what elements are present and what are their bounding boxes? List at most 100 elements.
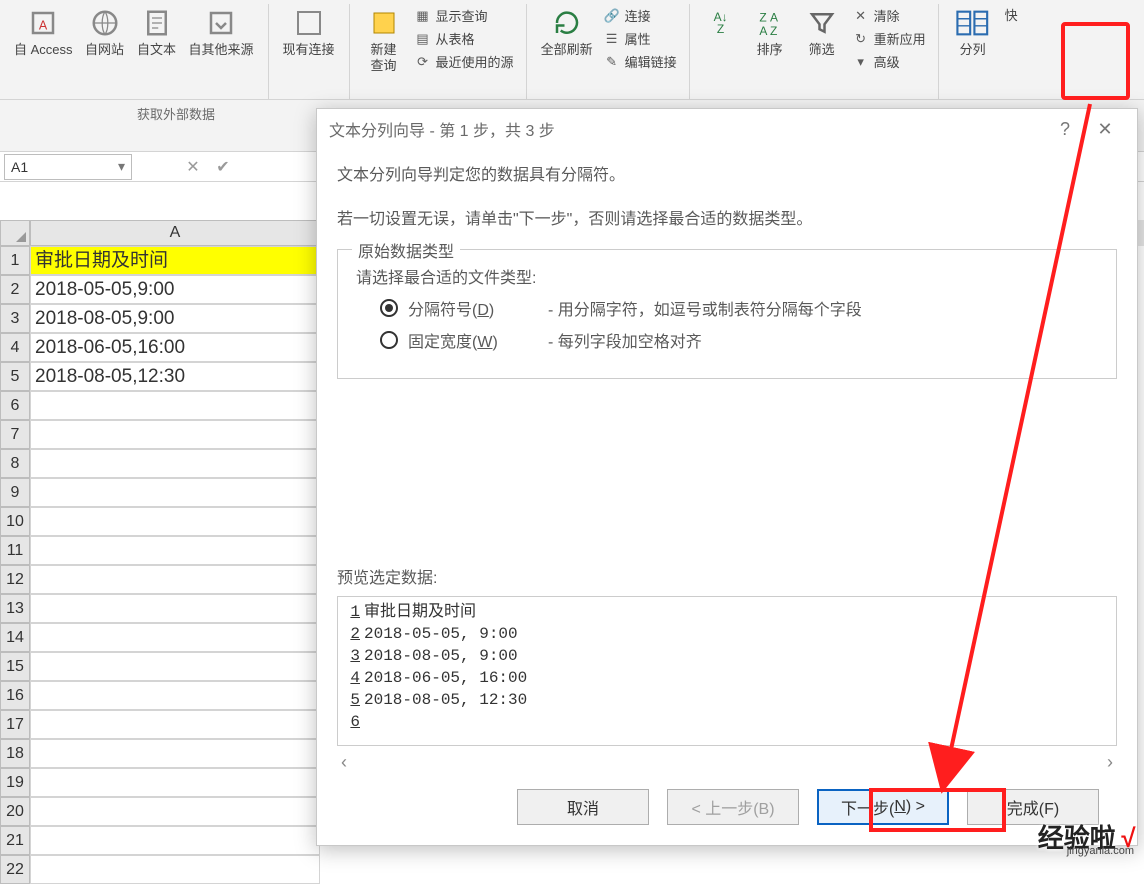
choose-label: 请选择最合适的文件类型: [356, 264, 1098, 288]
cell[interactable] [30, 652, 320, 681]
col-header-A[interactable]: A [30, 220, 320, 246]
cancel-button[interactable]: 取消 [517, 789, 649, 825]
cell-A1[interactable]: 审批日期及时间 [30, 246, 320, 275]
cell[interactable] [30, 855, 320, 884]
cell[interactable] [30, 623, 320, 652]
row-header[interactable]: 18 [0, 739, 30, 768]
row-header[interactable]: 19 [0, 768, 30, 797]
btn-sort-main[interactable]: ZAAZ 排序 [744, 4, 796, 60]
close-icon[interactable]: ✕ [1085, 119, 1125, 140]
row-header[interactable]: 10 [0, 507, 30, 536]
row-header[interactable]: 8 [0, 449, 30, 478]
row-header[interactable]: 12 [0, 565, 30, 594]
preview-line: 2018-08-05, 12:30 [364, 689, 527, 711]
cell[interactable] [30, 565, 320, 594]
cell[interactable] [30, 768, 320, 797]
btn-quick[interactable]: 快 [999, 4, 1024, 26]
btn-from-table[interactable]: ▤从表格 [410, 27, 518, 50]
btn-from-access[interactable]: A 自 Access [8, 4, 79, 60]
btn-from-web[interactable]: 自网站 [79, 4, 131, 60]
cell[interactable] [30, 826, 320, 855]
cell[interactable] [30, 391, 320, 420]
row-header[interactable]: 14 [0, 623, 30, 652]
cell[interactable]: 2018-05-05,9:00 [30, 275, 320, 304]
enter-formula-icon[interactable]: ✔ [208, 157, 238, 177]
cancel-formula-icon[interactable]: ✕ [178, 157, 208, 177]
back-button[interactable]: < 上一步(B) [667, 789, 799, 825]
cell[interactable] [30, 739, 320, 768]
btn-new-query[interactable]: 新建 查询 [358, 4, 410, 75]
btn-properties[interactable]: ☰属性 [599, 27, 681, 50]
btn-existing-conn[interactable]: 现有连接 [277, 4, 341, 60]
btn-from-text[interactable]: 自文本 [131, 4, 183, 60]
preview-line: 审批日期及时间 [364, 601, 476, 623]
radio-fixed[interactable] [380, 331, 398, 349]
cell[interactable]: 2018-06-05,16:00 [30, 333, 320, 362]
row-header[interactable]: 20 [0, 797, 30, 826]
next-button[interactable]: 下一步(N) > [817, 789, 949, 825]
row-header[interactable]: 4 [0, 333, 30, 362]
row-header[interactable]: 21 [0, 826, 30, 855]
cell[interactable] [30, 710, 320, 739]
cell[interactable] [30, 681, 320, 710]
cell[interactable] [30, 507, 320, 536]
btn-advanced[interactable]: ▾高级 [848, 50, 930, 73]
preview-line-num: 1 [344, 601, 360, 623]
scroll-left-icon[interactable]: ‹ [341, 752, 347, 773]
cell[interactable] [30, 420, 320, 449]
row-header[interactable]: 1 [0, 246, 30, 275]
radio-delimited[interactable] [380, 299, 398, 317]
row-header[interactable]: 9 [0, 478, 30, 507]
group-sort-filter: A↓Z ZAAZ 排序 筛选 ✕清除 ↻重新应用 ▾高级 [690, 4, 939, 100]
name-box[interactable]: A1 ▾ [4, 154, 132, 180]
row-header[interactable]: 2 [0, 275, 30, 304]
radio-fixed-row[interactable]: 固定宽度(W) - 每列字段加空格对齐 [380, 328, 1098, 352]
btn-edit-links[interactable]: ✎编辑链接 [599, 50, 681, 73]
help-button[interactable]: ? [1045, 119, 1085, 140]
cell[interactable] [30, 478, 320, 507]
btn-from-other[interactable]: 自其他来源 [183, 4, 260, 60]
chevron-down-icon[interactable]: ▾ [118, 158, 125, 175]
text-to-columns-wizard-dialog: 文本分列向导 - 第 1 步，共 3 步 ? ✕ 文本分列向导判定您的数据具有分… [316, 108, 1138, 846]
preview-line: 2018-05-05, 9:00 [364, 623, 518, 645]
cell[interactable] [30, 536, 320, 565]
cell[interactable] [30, 449, 320, 478]
sort-az-icon: A↓Z [704, 6, 738, 40]
cell[interactable] [30, 797, 320, 826]
select-all-corner[interactable] [0, 220, 30, 246]
btn-refresh-all[interactable]: 全部刷新 [535, 4, 599, 60]
row-header[interactable]: 16 [0, 681, 30, 710]
row-header[interactable]: 13 [0, 594, 30, 623]
btn-sort[interactable]: A↓Z [698, 4, 744, 42]
globe-icon [88, 6, 122, 40]
btn-text-to-columns[interactable]: 分列 [947, 4, 999, 60]
row-header[interactable]: 17 [0, 710, 30, 739]
row-header[interactable]: 11 [0, 536, 30, 565]
group-existing: 现有连接 [269, 4, 350, 100]
btn-clear[interactable]: ✕清除 [848, 4, 930, 27]
btn-filter[interactable]: 筛选 [796, 4, 848, 60]
ribbon: A 自 Access 自网站 自文本 自其他来源 现有连接 [0, 0, 1144, 100]
name-box-value: A1 [11, 159, 28, 175]
radio-fixed-label: 固定宽度(W) [408, 328, 538, 352]
preview-scroll[interactable]: ‹ › [337, 746, 1117, 773]
radio-delimited-row[interactable]: 分隔符号(D) - 用分隔字符，如逗号或制表符分隔每个字段 [380, 296, 1098, 320]
props-icon: ☰ [603, 30, 621, 48]
group-connections: 全部刷新 🔗连接 ☰属性 ✎编辑链接 [527, 4, 690, 100]
row-header[interactable]: 15 [0, 652, 30, 681]
btn-show-query[interactable]: ▦显示查询 [410, 4, 518, 27]
row-header[interactable]: 7 [0, 420, 30, 449]
row-header[interactable]: 3 [0, 304, 30, 333]
row-header[interactable]: 6 [0, 391, 30, 420]
btn-reapply[interactable]: ↻重新应用 [848, 27, 930, 50]
cell[interactable]: 2018-08-05,12:30 [30, 362, 320, 391]
group-query: 新建 查询 ▦显示查询 ▤从表格 ⟳最近使用的源 [350, 4, 527, 100]
row-header[interactable]: 5 [0, 362, 30, 391]
scroll-right-icon[interactable]: › [1107, 752, 1113, 773]
btn-recent[interactable]: ⟳最近使用的源 [410, 50, 518, 73]
btn-connections[interactable]: 🔗连接 [599, 4, 681, 27]
cell[interactable]: 2018-08-05,9:00 [30, 304, 320, 333]
row-header[interactable]: 22 [0, 855, 30, 884]
watermark-url: jingyanla.com [1067, 845, 1134, 857]
cell[interactable] [30, 594, 320, 623]
